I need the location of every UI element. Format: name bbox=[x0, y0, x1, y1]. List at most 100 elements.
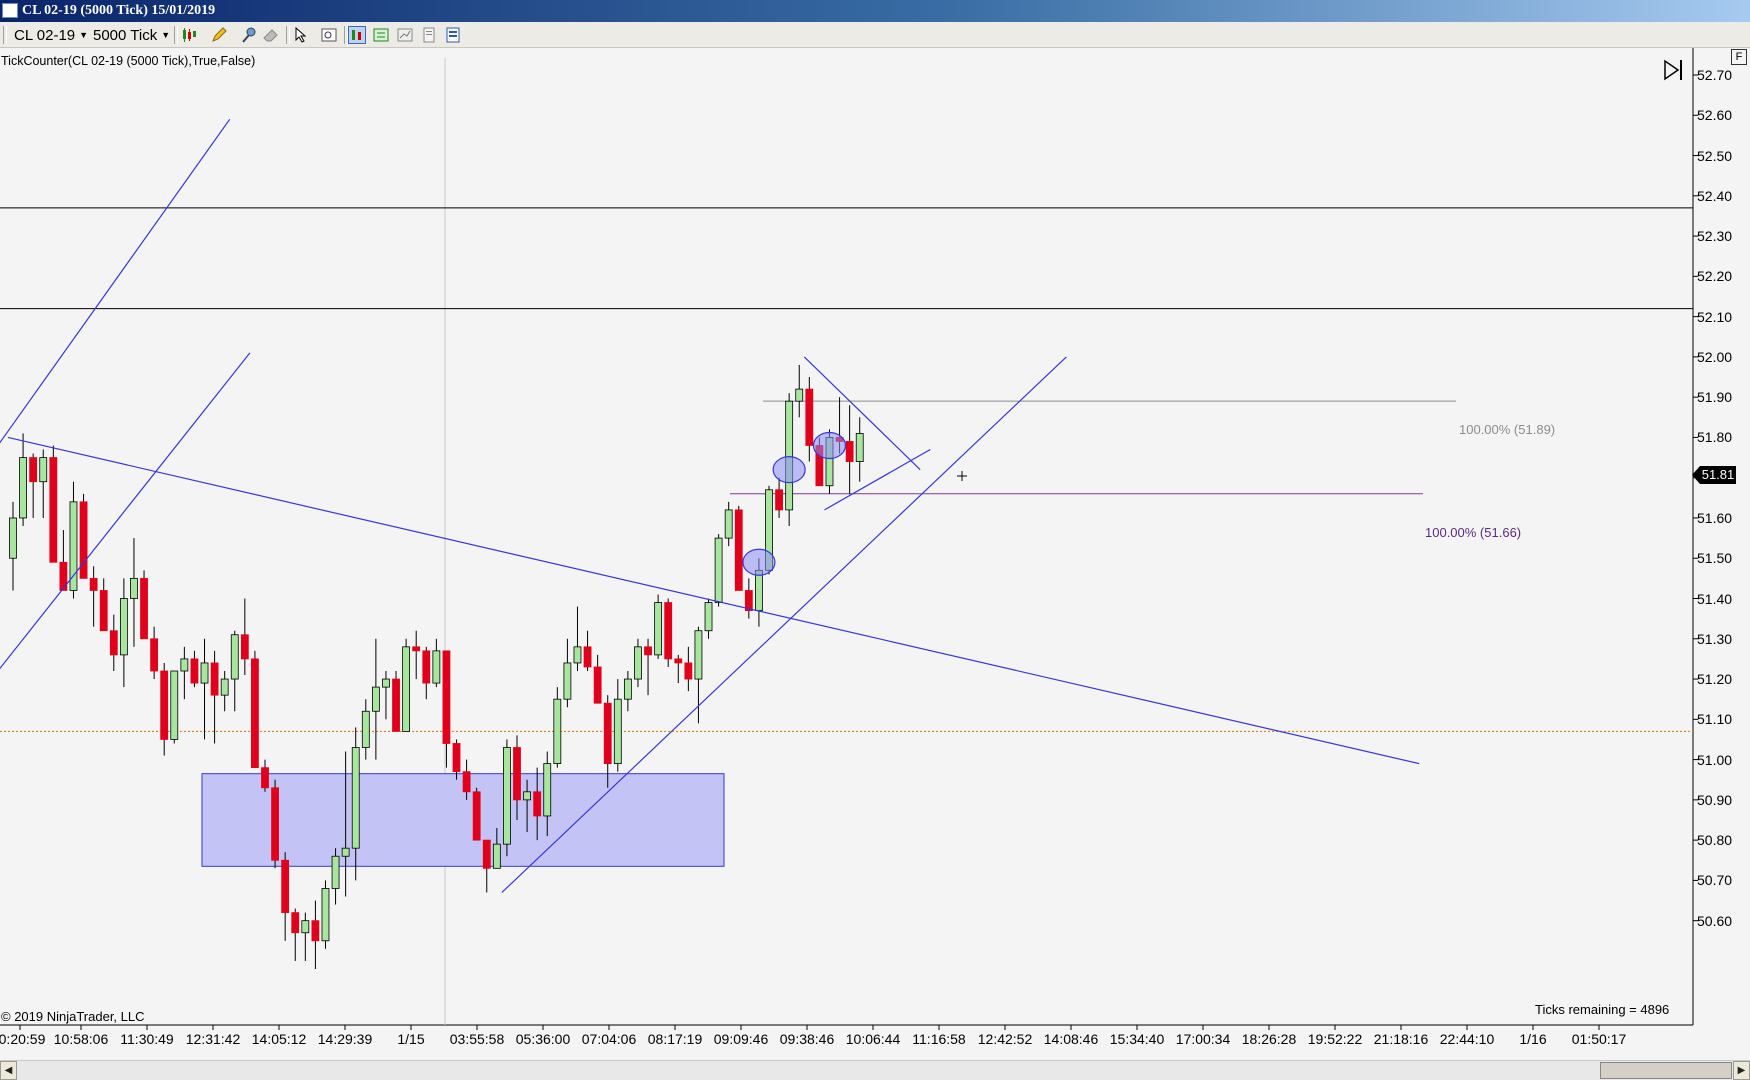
candle-up bbox=[553, 698, 562, 765]
candle-up bbox=[492, 843, 501, 869]
scroll-left-icon[interactable]: ◀ bbox=[0, 1061, 17, 1080]
time-axis-label: 01:50:17 bbox=[1571, 1031, 1627, 1047]
candle-down bbox=[845, 441, 854, 462]
price-axis-label: 50.80 bbox=[1697, 832, 1733, 849]
candle-down bbox=[150, 638, 159, 672]
candle-up bbox=[724, 509, 733, 539]
window-title: CL 02-19 (5000 Tick) 15/01/2019 bbox=[22, 3, 216, 18]
candle-up bbox=[19, 457, 27, 519]
candle-down bbox=[462, 771, 471, 793]
time-axis-label: 17:00:34 bbox=[1175, 1031, 1231, 1047]
time-axis-label: 22:44:10 bbox=[1439, 1031, 1495, 1047]
bar-style-icon[interactable] bbox=[348, 26, 366, 44]
candle-down bbox=[79, 501, 88, 579]
data-box-icon[interactable] bbox=[372, 26, 390, 44]
candle-down bbox=[593, 666, 602, 704]
ticks-remaining-text: Ticks remaining = 4896 bbox=[1535, 1002, 1670, 1017]
instrument-selector[interactable]: CL 02-19 ▼ bbox=[14, 25, 88, 45]
candle-down bbox=[210, 662, 219, 696]
candle-down bbox=[603, 702, 612, 765]
chart-icon bbox=[2, 3, 18, 18]
toolbar: CL 02-19 ▼ 5000 Tick ▼ bbox=[0, 22, 1750, 48]
time-axis-label: 11:30:49 bbox=[120, 1031, 174, 1047]
candle-up bbox=[543, 763, 552, 817]
candle-up bbox=[321, 888, 330, 942]
candle-down bbox=[109, 630, 118, 656]
price-chart[interactable] bbox=[0, 48, 1750, 1060]
interval-selector[interactable]: 5000 Tick ▼ bbox=[93, 25, 170, 45]
candle-up bbox=[371, 686, 380, 712]
price-axis-label: 52.70 bbox=[1697, 67, 1733, 83]
last-price-badge: 51.81 bbox=[1700, 466, 1736, 484]
template-icon[interactable] bbox=[444, 26, 462, 44]
time-axis-label: 07:04:06 bbox=[581, 1031, 637, 1047]
time-axis-label: 1/15 bbox=[397, 1031, 425, 1047]
magnifier-icon[interactable] bbox=[320, 26, 338, 44]
highlight-ellipse bbox=[772, 456, 806, 484]
cursor-icon[interactable] bbox=[292, 26, 310, 44]
candle-up bbox=[402, 646, 411, 732]
price-axis-label: 50.90 bbox=[1697, 791, 1733, 808]
time-axis-label: 08:17:19 bbox=[647, 1031, 703, 1047]
price-axis-label: 51.50 bbox=[1697, 550, 1733, 567]
time-axis-label: 10:06:44 bbox=[845, 1031, 901, 1047]
candle-up bbox=[573, 646, 582, 664]
copyright-text: © 2019 NinjaTrader, LLC bbox=[1, 1009, 145, 1024]
candle-up bbox=[69, 501, 78, 591]
pin-icon[interactable] bbox=[240, 26, 258, 44]
indicator-label: TickCounter(CL 02-19 (5000 Tick),True,Fa… bbox=[1, 54, 256, 68]
candle-up bbox=[503, 747, 511, 845]
candle-down bbox=[482, 839, 491, 869]
candle-up bbox=[230, 634, 239, 680]
eraser-icon[interactable] bbox=[262, 26, 280, 44]
candle-up bbox=[704, 602, 713, 632]
candle-down bbox=[442, 650, 451, 744]
toolbar-separator bbox=[174, 26, 178, 44]
horizontal-scrollbar[interactable]: ◀ ▶ bbox=[0, 1060, 1750, 1080]
price-axis-label: 52.60 bbox=[1697, 107, 1733, 124]
instrument-selector-label: CL 02-19 bbox=[14, 27, 76, 44]
candle-up bbox=[341, 847, 350, 857]
price-axis-label: 51.40 bbox=[1697, 590, 1733, 607]
time-axis-label: 14:05:12 bbox=[251, 1031, 307, 1047]
candle-up bbox=[694, 630, 703, 680]
title-bar: CL 02-19 (5000 Tick) 15/01/2019 bbox=[0, 0, 1750, 22]
candle-up bbox=[39, 457, 48, 483]
dropdown-arrow-icon: ▼ bbox=[161, 30, 171, 40]
candle-up bbox=[351, 747, 360, 849]
candle-down bbox=[140, 577, 148, 640]
candle-down bbox=[472, 791, 481, 841]
properties-icon[interactable] bbox=[396, 26, 414, 44]
fib-lower-label: 100.00% (51.66) bbox=[1425, 525, 1522, 540]
candle-up bbox=[220, 678, 229, 696]
pencil-icon[interactable] bbox=[210, 26, 228, 44]
toolbar-separator bbox=[286, 26, 290, 44]
time-axis-label: 05:36:00 bbox=[515, 1031, 571, 1047]
candle-down bbox=[29, 457, 38, 483]
candle-up bbox=[180, 658, 189, 672]
price-axis-label: 51.30 bbox=[1697, 630, 1733, 647]
candle-up bbox=[9, 517, 17, 559]
candle-down bbox=[291, 912, 300, 934]
price-axis-label: 52.30 bbox=[1697, 228, 1733, 245]
candle-down bbox=[59, 561, 68, 591]
candle-down bbox=[513, 747, 521, 801]
candles-icon[interactable] bbox=[180, 26, 198, 44]
template-icon[interactable] bbox=[420, 26, 438, 44]
candle-down bbox=[644, 646, 652, 656]
candle-down bbox=[190, 658, 199, 684]
highlight-ellipse bbox=[812, 431, 847, 460]
f-button[interactable]: F bbox=[1731, 49, 1747, 65]
candle-down bbox=[674, 658, 683, 664]
candle-up bbox=[361, 710, 370, 748]
candle-down bbox=[684, 662, 693, 680]
time-axis-label: 09:09:46 bbox=[713, 1031, 769, 1047]
price-axis-label: 50.60 bbox=[1697, 912, 1733, 929]
price-axis-label: 51.00 bbox=[1697, 751, 1733, 768]
candle-down bbox=[49, 457, 58, 563]
scroll-thumb[interactable] bbox=[1600, 1062, 1732, 1079]
candle-down bbox=[422, 650, 431, 684]
time-axis-label: 0:20:59 bbox=[0, 1031, 46, 1047]
scroll-right-icon[interactable]: ▶ bbox=[1733, 1061, 1750, 1080]
price-axis-label: 51.80 bbox=[1697, 429, 1733, 446]
